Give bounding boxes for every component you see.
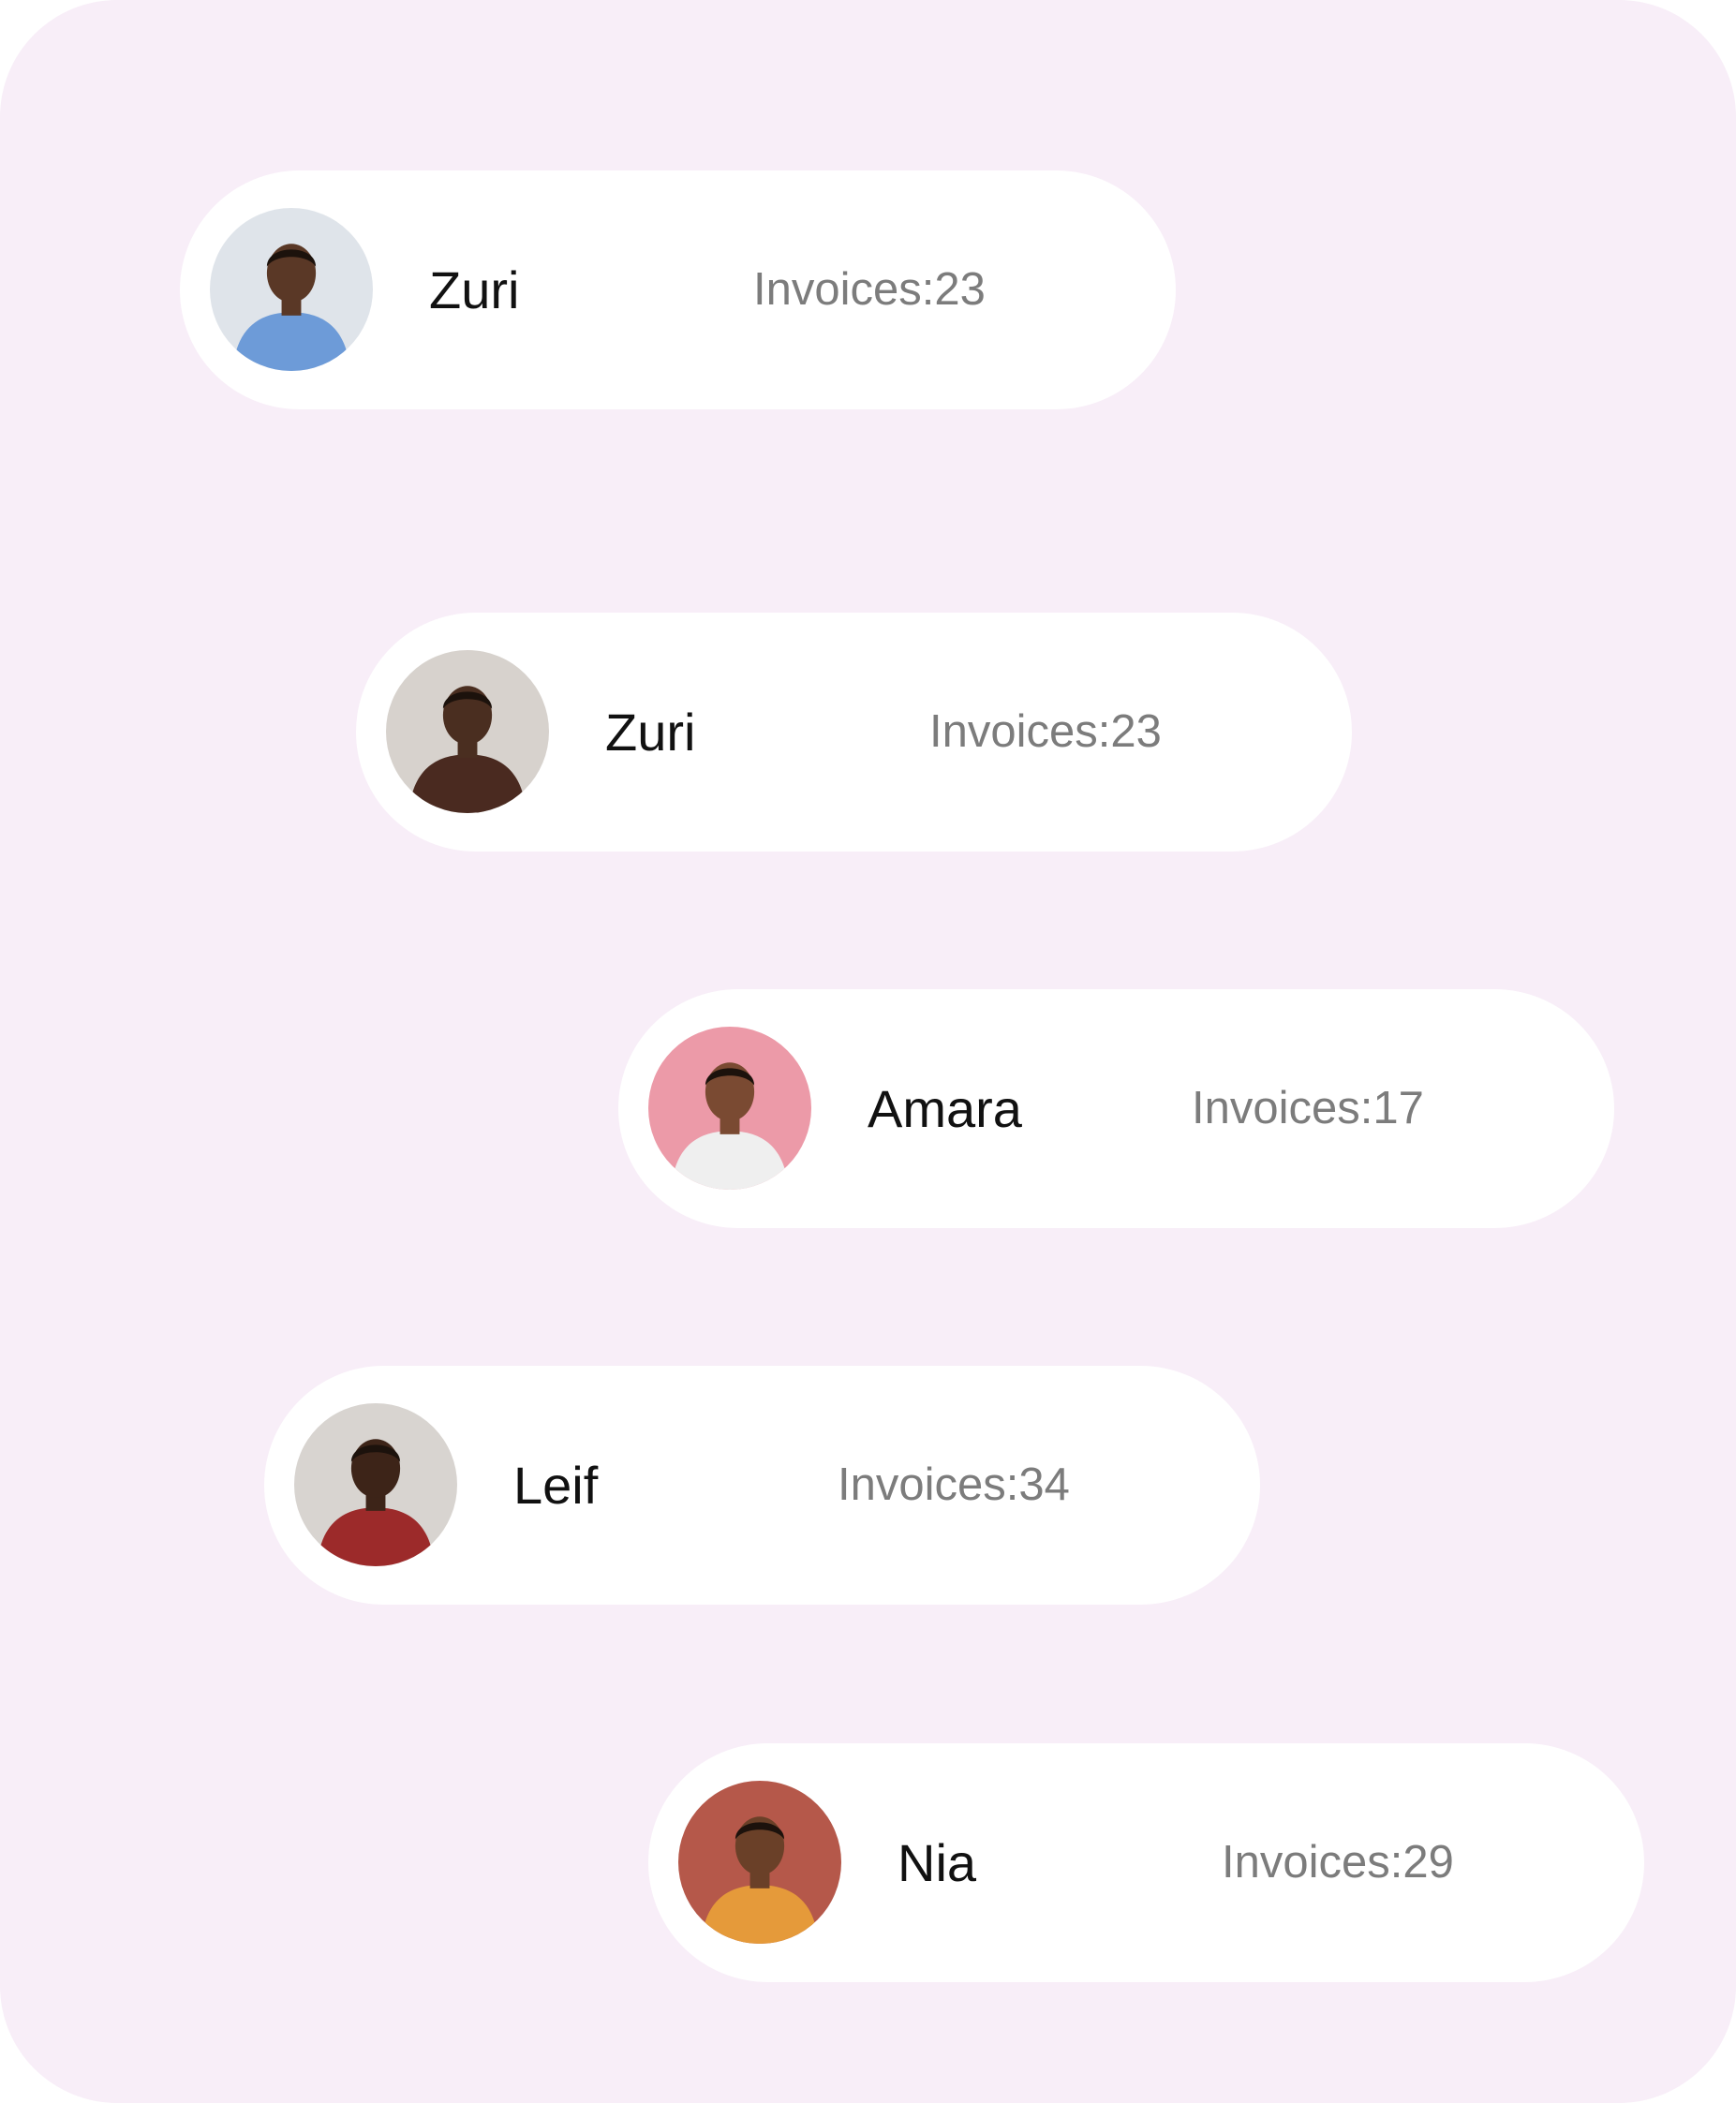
person-photo-woman-brown-blazer: [386, 650, 549, 813]
invoice-count: Invoices:23: [929, 706, 1162, 757]
avatar: [210, 208, 373, 371]
customer-card[interactable]: Zuri Invoices:23: [180, 170, 1176, 409]
person-photo-man-blue-shirt: [210, 208, 373, 371]
customer-list-panel: Zuri Invoices:23 Zuri Invoices:23 Amara …: [0, 0, 1736, 2103]
person-photo-elderly-man-patterned-shirt: [678, 1781, 841, 1944]
person-photo-woman-white-tee: [648, 1027, 811, 1190]
customer-name: Zuri: [605, 703, 696, 762]
customer-card[interactable]: Leif Invoices:34: [264, 1366, 1260, 1605]
customer-name: Zuri: [429, 260, 520, 319]
invoice-count: Invoices:17: [1192, 1083, 1424, 1133]
invoice-count: Invoices:34: [838, 1459, 1070, 1510]
customer-name: Leif: [513, 1456, 599, 1515]
avatar: [294, 1403, 457, 1566]
customer-card[interactable]: Nia Invoices:29: [648, 1743, 1644, 1982]
customer-name: Amara: [868, 1079, 1022, 1138]
avatar: [386, 650, 549, 813]
customer-name: Nia: [898, 1833, 977, 1892]
customer-card[interactable]: Amara Invoices:17: [618, 989, 1614, 1228]
avatar: [648, 1027, 811, 1190]
person-photo-elderly-woman-plaid: [294, 1403, 457, 1566]
avatar: [678, 1781, 841, 1944]
invoice-count: Invoices:29: [1222, 1837, 1454, 1888]
invoice-count: Invoices:23: [753, 264, 986, 315]
customer-card[interactable]: Zuri Invoices:23: [356, 613, 1352, 852]
